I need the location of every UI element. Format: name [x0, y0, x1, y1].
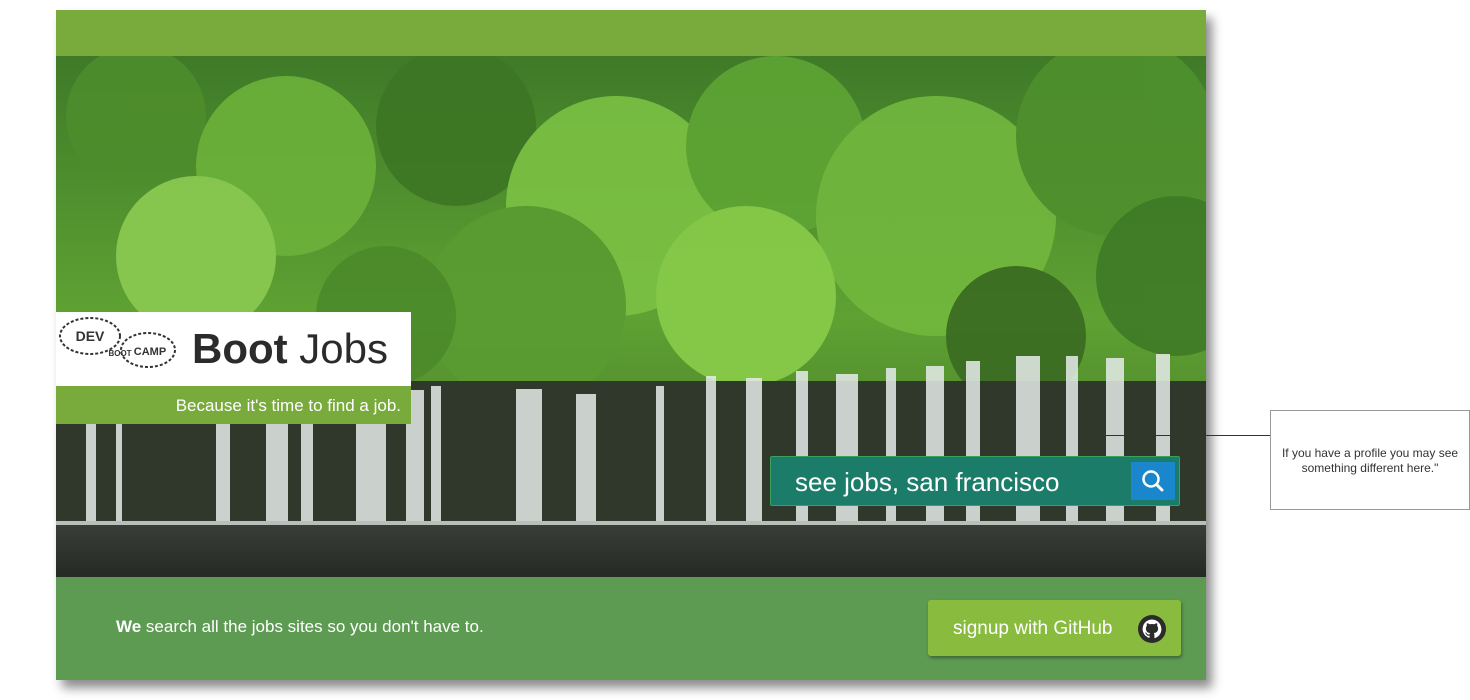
search-button[interactable] [1131, 462, 1175, 500]
annotation-connector [1080, 435, 1270, 436]
app-title-bold: Boot [192, 325, 288, 372]
bootprint-logo-icon: DEV BOOT CAMP [59, 317, 176, 368]
logo-mark-boot: BOOT [108, 349, 131, 358]
footer: We search all the jobs sites so you don'… [56, 577, 1206, 680]
app-title-rest: Jobs [287, 325, 389, 372]
app-title: Boot Jobs [192, 325, 388, 373]
tagline-bar: Because it's time to find a job. [56, 386, 411, 424]
footer-message-emphasis: We [116, 617, 142, 636]
annotation-text: If you have a profile you may see someth… [1281, 446, 1459, 475]
logo-mark-dev: DEV [76, 328, 105, 344]
annotation-note: If you have a profile you may see someth… [1270, 410, 1470, 510]
github-icon [1138, 615, 1166, 643]
tagline: Because it's time to find a job. [175, 396, 401, 415]
search-icon [1142, 470, 1164, 492]
logo-box: DEV BOOT CAMP Boot Jobs [56, 312, 411, 386]
footer-message: We search all the jobs sites so you don'… [116, 617, 484, 637]
signup-button-label: signup with GitHub [953, 618, 1113, 639]
signup-github-button[interactable]: signup with GitHub [928, 600, 1181, 656]
top-bar [56, 10, 1206, 56]
landing-page: DEV BOOT CAMP Boot Jobs Because it's tim… [56, 10, 1206, 680]
search-input[interactable] [795, 466, 1125, 498]
footer-message-text: search all the jobs sites so you don't h… [141, 617, 484, 636]
logo-mark-camp: CAMP [134, 346, 166, 358]
hero-background: DEV BOOT CAMP Boot Jobs Because it's tim… [56, 56, 1206, 577]
search-bar [770, 456, 1180, 506]
